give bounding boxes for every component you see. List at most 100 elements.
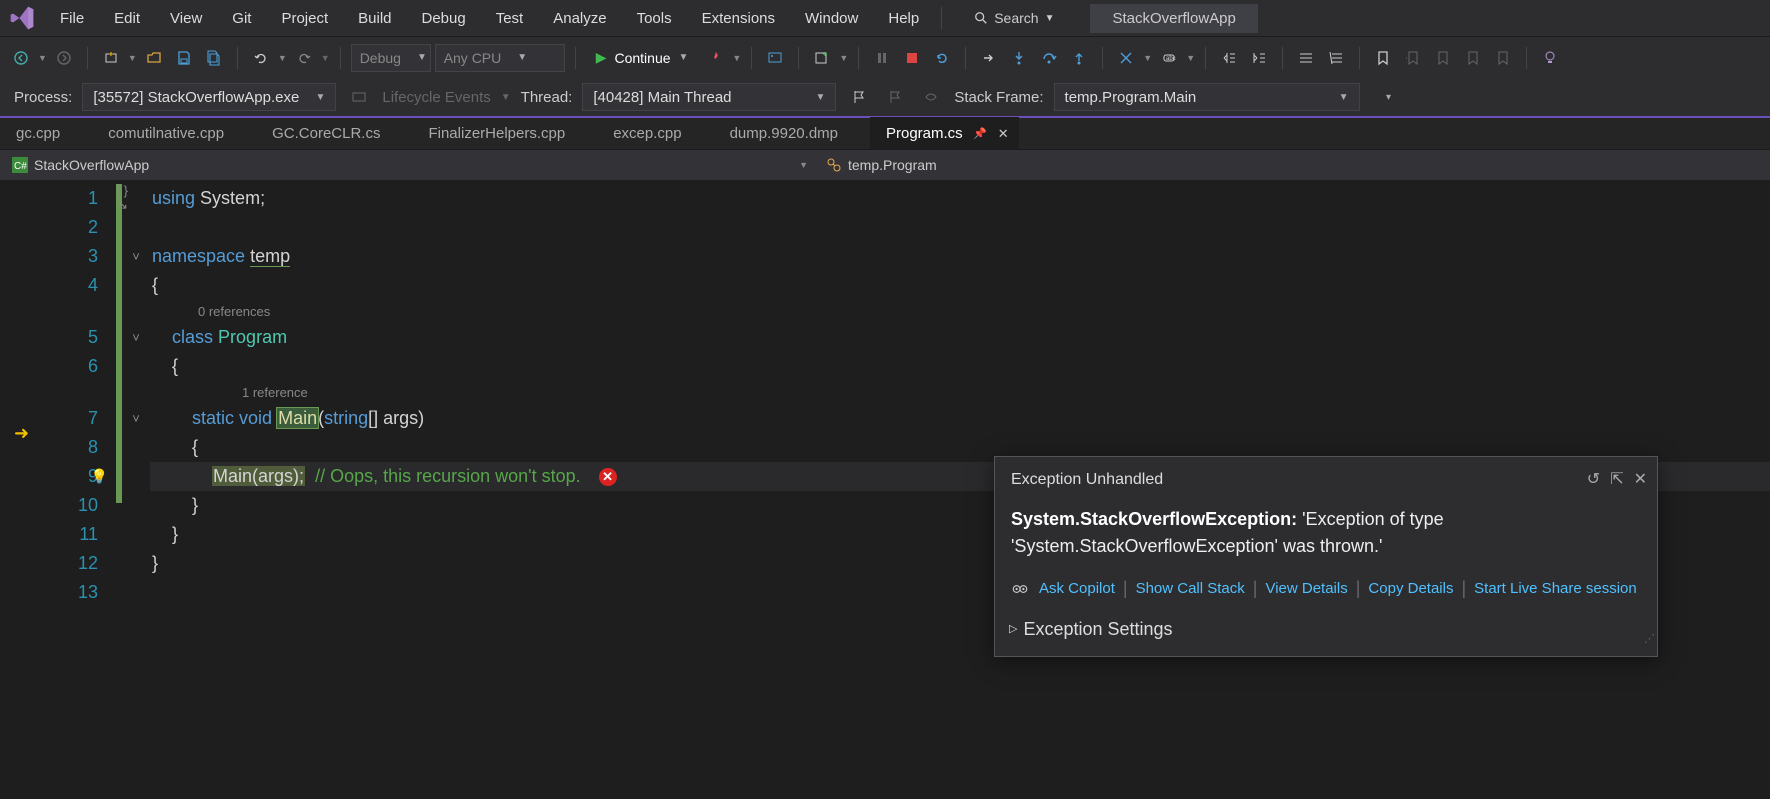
flag-thread-button[interactable] [846,84,872,110]
tab-gc-coreclr-cs[interactable]: GC.CoreCLR.cs [256,117,412,149]
stackframe-combo[interactable]: temp.Program.Main▼ [1054,83,1360,111]
tab-program-cs[interactable]: Program.cs📌✕ [870,117,1019,149]
svg-text:C#: C# [14,161,27,172]
liveshare-link[interactable]: Start Live Share session [1474,574,1637,603]
flagged-threads-button [882,84,908,110]
code-area[interactable]: using System; namespace temp { 0 referen… [150,180,1770,799]
fold-toggle[interactable]: ˅ [122,323,150,352]
breakpoint-gutter[interactable]: ➜ [0,180,38,799]
new-project-button[interactable] [98,45,124,71]
code-editor[interactable]: ➜ { }↘ 1 2 3 4 5 6 7 8 9💡 10 11 12 13 ˅ … [0,180,1770,799]
stop-button[interactable] [899,45,925,71]
live-visual-tree-button[interactable] [1113,45,1139,71]
search-icon [974,11,988,25]
main-toolbar: ▼ ▼ ▼ ▼ Debug▼ Any CPU▼ ▶ Continue ▼ ▼ ▼… [0,36,1770,78]
document-tab-strip: gc.cpp comutilnative.cpp GC.CoreCLR.cs F… [0,116,1770,150]
menu-view[interactable]: View [156,4,216,33]
redo-button[interactable] [291,45,317,71]
config-combo[interactable]: Debug▼ [351,44,431,72]
dock-icon[interactable]: ⇱ [1610,465,1623,494]
continue-button[interactable]: ▶ Continue ▼ [586,44,699,72]
bookmark-next-folder-button[interactable] [1490,45,1516,71]
error-icon[interactable]: ✕ [599,468,617,486]
exception-settings-toggle[interactable]: ▷ Exception Settings [995,609,1657,656]
stackframe-label: Stack Frame: [954,89,1043,106]
close-icon[interactable]: ✕ [998,126,1009,142]
tab-dump-dmp[interactable]: dump.9920.dmp [714,117,870,149]
menu-help[interactable]: Help [874,4,933,33]
menu-window[interactable]: Window [791,4,872,33]
show-callstack-link[interactable]: Show Call Stack [1136,574,1245,603]
menu-test[interactable]: Test [482,4,538,33]
bookmark-next-button[interactable] [1430,45,1456,71]
add-item-button[interactable] [809,45,835,71]
uncomment-button[interactable] [1323,45,1349,71]
bookmark-prev-folder-button[interactable] [1460,45,1486,71]
indent-more-button[interactable] [1246,45,1272,71]
hot-reload-button[interactable] [702,45,728,71]
fold-toggle[interactable]: ˅ [122,404,150,433]
open-button[interactable] [141,45,167,71]
exception-title: Exception Unhandled [1011,465,1163,494]
close-icon[interactable]: ✕ [1634,465,1647,494]
bracket-nav-icon[interactable]: { }↘ [116,184,128,212]
exception-message: System.StackOverflowException: 'Exceptio… [995,496,1657,564]
bookmark-prev-button[interactable] [1400,45,1426,71]
menu-file[interactable]: File [46,4,98,33]
step-over-button[interactable] [1036,45,1062,71]
step-into-button[interactable] [1006,45,1032,71]
save-button[interactable] [171,45,197,71]
view-details-link[interactable]: View Details [1265,574,1347,603]
platform-combo[interactable]: Any CPU▼ [435,44,565,72]
menu-tools[interactable]: Tools [623,4,686,33]
menu-edit[interactable]: Edit [100,4,154,33]
project-scope-combo[interactable]: C# StackOverflowApp ▼ [6,155,814,175]
pause-button[interactable] [869,45,895,71]
nav-forward-button[interactable] [51,45,77,71]
save-all-button[interactable] [201,45,227,71]
menu-debug[interactable]: Debug [408,4,480,33]
menu-project[interactable]: Project [267,4,342,33]
lightbulb-button[interactable] [1537,45,1563,71]
lifecycle-icon [346,84,372,110]
exception-popup: Exception Unhandled ↺ ⇱ ✕ System.StackOv… [994,456,1658,657]
outlining-gutter[interactable]: ˅ ˅ ˅ [122,180,150,799]
codelens-method[interactable]: 1 reference [150,381,1770,404]
restart-button[interactable] [929,45,955,71]
tab-comutilnative-cpp[interactable]: comutilnative.cpp [92,117,256,149]
intellicode-button[interactable]: abc [1156,45,1182,71]
csharp-icon: C# [12,157,28,173]
tab-finalizerhelpers-cpp[interactable]: FinalizerHelpers.cpp [412,117,597,149]
process-combo[interactable]: [35572] StackOverflowApp.exe▼ [82,83,336,111]
line-number-gutter: { }↘ 1 2 3 4 5 6 7 8 9💡 10 11 12 13 [38,180,116,799]
thread-combo[interactable]: [40428] Main Thread▼ [582,83,836,111]
pin-icon[interactable]: 📌 [973,127,987,140]
thread-filter-button [918,84,944,110]
comment-button[interactable] [1293,45,1319,71]
browser-link-button[interactable] [762,45,788,71]
toolbar-overflow-button[interactable]: ▾ [1376,84,1402,110]
step-out-button[interactable] [1066,45,1092,71]
lifecycle-label: Lifecycle Events [382,89,490,106]
menu-build[interactable]: Build [344,4,405,33]
tab-gc-cpp[interactable]: gc.cpp [0,117,92,149]
codelens-class[interactable]: 0 references [150,300,1770,323]
copy-details-link[interactable]: Copy Details [1368,574,1453,603]
history-icon[interactable]: ↺ [1587,465,1600,494]
lightbulb-icon[interactable]: 💡 [91,462,108,491]
bookmark-toggle-button[interactable] [1370,45,1396,71]
undo-button[interactable] [248,45,274,71]
tab-excep-cpp[interactable]: excep.cpp [597,117,713,149]
menu-git[interactable]: Git [218,4,265,33]
global-search[interactable]: Search ▼ [964,6,1064,30]
nav-back-button[interactable] [8,45,34,71]
fold-toggle[interactable]: ˅ [122,242,150,271]
menu-analyze[interactable]: Analyze [539,4,620,33]
solution-title[interactable]: StackOverflowApp [1090,4,1257,33]
ask-copilot-link[interactable]: Ask Copilot [1039,574,1115,603]
type-scope-combo[interactable]: temp.Program [820,155,943,175]
indent-less-button[interactable] [1216,45,1242,71]
show-next-statement-button[interactable] [976,45,1002,71]
menu-extensions[interactable]: Extensions [688,4,789,33]
resize-grip-icon[interactable]: ⋰ [1644,625,1653,654]
